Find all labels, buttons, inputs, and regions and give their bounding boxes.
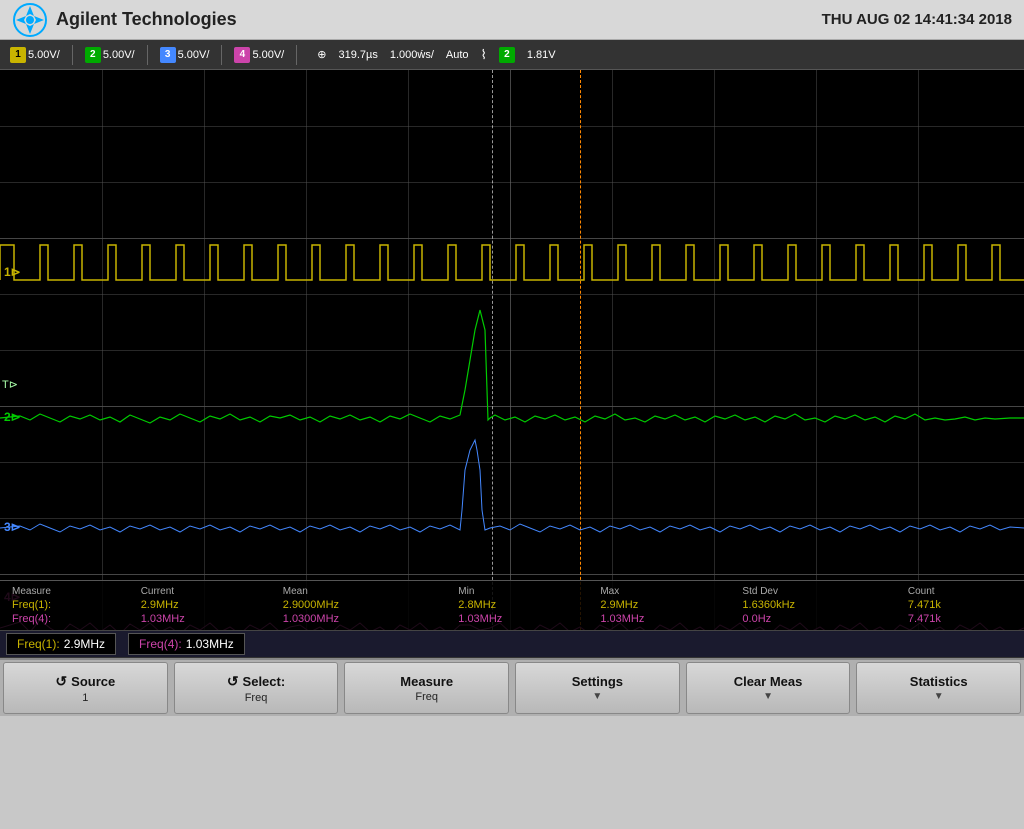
- trigger-symbol: ⊕: [313, 48, 330, 61]
- meas-row-ch4: Freq(4): 1.03MHz 1.0300MHz 1.03MHz 1.03M…: [8, 612, 1016, 626]
- header-left: Agilent Technologies: [12, 2, 237, 38]
- statistics-arrow-icon: ▼: [934, 691, 944, 702]
- meas-row-ch4-max: 1.03MHz: [596, 612, 738, 626]
- meas-row-ch4-label: Freq(4):: [8, 612, 137, 626]
- time-position: 319.7µs: [334, 49, 381, 61]
- ch4-indicator: 4: [234, 47, 250, 63]
- freq1-status: Freq(1): 2.9MHz: [6, 633, 116, 655]
- meas-col-max: Max: [596, 585, 738, 598]
- meas-col-current: Current: [137, 585, 279, 598]
- trigger-level: 1.81V: [523, 49, 560, 61]
- meas-row-ch1-max: 2.9MHz: [596, 598, 738, 612]
- freq1-label: Freq(1):: [17, 637, 60, 651]
- measure-freq-label: Measure: [400, 674, 453, 689]
- trigger-mode: Auto: [442, 49, 473, 61]
- ch2-indicator: 2: [85, 47, 101, 63]
- ch4-scale[interactable]: 4 5.00V/: [230, 47, 288, 63]
- divider: [147, 45, 148, 65]
- source-button-value: 1: [82, 692, 88, 704]
- meas-header-row: Measure Current Mean Min Max Std Dev Cou…: [8, 585, 1016, 598]
- trigger-ch-indicator: 2: [495, 47, 519, 63]
- ch1-indicator: 1: [10, 47, 26, 63]
- freq4-label: Freq(4):: [139, 637, 182, 651]
- ch3-indicator: 3: [160, 47, 176, 63]
- meas-row-ch1-count: 7.471k: [904, 598, 1016, 612]
- meas-col-mean: Mean: [279, 585, 455, 598]
- meas-row-ch4-stddev: 0.0Hz: [738, 612, 903, 626]
- meas-row-ch1-min: 2.8MHz: [454, 598, 596, 612]
- meas-row-ch1-label: Freq(1):: [8, 598, 137, 612]
- source-button-label: Source: [71, 674, 115, 689]
- toolbar: 1 5.00V/ 2 5.00V/ 3 5.00V/ 4 5.00V/ ⊕ 31…: [0, 40, 1024, 70]
- meas-row-ch4-min: 1.03MHz: [454, 612, 596, 626]
- clear-meas-arrow-icon: ▼: [763, 691, 773, 702]
- meas-col-stddev: Std Dev: [738, 585, 903, 598]
- divider: [296, 45, 297, 65]
- meas-row-ch4-mean: 1.0300MHz: [279, 612, 455, 626]
- freq4-status: Freq(4): 1.03MHz: [128, 633, 245, 655]
- meas-row-ch1-mean: 2.9000MHz: [279, 598, 455, 612]
- measurement-overlay: Measure Current Mean Min Max Std Dev Cou…: [0, 580, 1024, 630]
- settings-button[interactable]: Settings ▼: [515, 662, 680, 714]
- meas-row-ch1: Freq(1): 2.9MHz 2.9000MHz 2.8MHz 2.9MHz …: [8, 598, 1016, 612]
- select-button[interactable]: ↺ Select: Freq: [174, 662, 339, 714]
- select-button-value: Freq: [245, 692, 268, 704]
- meas-col-measure: Measure: [8, 585, 137, 598]
- agilent-logo-icon: [12, 2, 48, 38]
- select-button-label: Select:: [243, 674, 286, 689]
- oscilloscope-screen: 1⊳ 2⊳ T⊳ 3⊳ 4⊳ Measure Current Mean: [0, 70, 1024, 630]
- bottom-toolbar: ↺ Source 1 ↺ Select: Freq Measure Freq S…: [0, 658, 1024, 716]
- time-scale: 1.000ẃs/: [386, 49, 438, 61]
- ch3-scale[interactable]: 3 5.00V/: [156, 47, 214, 63]
- ch2-scale-value: 5.00V/: [103, 49, 135, 61]
- statistics-label: Statistics: [910, 674, 968, 689]
- clear-meas-label: Clear Meas: [734, 674, 803, 689]
- measurement-table: Measure Current Mean Min Max Std Dev Cou…: [8, 585, 1016, 626]
- meas-row-ch4-current: 1.03MHz: [137, 612, 279, 626]
- waveform-display: [0, 70, 1024, 630]
- select-refresh-icon: ↺: [227, 673, 239, 690]
- meas-col-min: Min: [454, 585, 596, 598]
- measure-freq-button[interactable]: Measure Freq: [344, 662, 509, 714]
- divider: [72, 45, 73, 65]
- source-button[interactable]: ↺ Source 1: [3, 662, 168, 714]
- refresh-icon: ↺: [55, 673, 67, 690]
- freq1-value: 2.9MHz: [64, 637, 105, 651]
- ch1-scale[interactable]: 1 5.00V/: [6, 47, 64, 63]
- ch1-scale-value: 5.00V/: [28, 49, 60, 61]
- freq4-value: 1.03MHz: [186, 637, 234, 651]
- status-bar: Freq(1): 2.9MHz Freq(4): 1.03MHz: [0, 630, 1024, 658]
- meas-row-ch4-count: 7.471k: [904, 612, 1016, 626]
- meas-row-ch1-current: 2.9MHz: [137, 598, 279, 612]
- divider: [221, 45, 222, 65]
- ch2-scale[interactable]: 2 5.00V/: [81, 47, 139, 63]
- ch3-scale-value: 5.00V/: [178, 49, 210, 61]
- settings-label: Settings: [572, 674, 623, 689]
- trigger-ch-num: 2: [499, 47, 515, 63]
- meas-col-count: Count: [904, 585, 1016, 598]
- ch4-scale-value: 5.00V/: [252, 49, 284, 61]
- timestamp: THU AUG 02 14:41:34 2018: [822, 11, 1012, 28]
- header: Agilent Technologies THU AUG 02 14:41:34…: [0, 0, 1024, 40]
- clear-meas-button[interactable]: Clear Meas ▼: [686, 662, 851, 714]
- meas-row-ch1-stddev: 1.6360kHz: [738, 598, 903, 612]
- statistics-button[interactable]: Statistics ▼: [856, 662, 1021, 714]
- trigger-edge-icon: ⌇: [477, 47, 491, 63]
- measure-freq-sub: Freq: [415, 691, 438, 703]
- app-title: Agilent Technologies: [56, 9, 237, 30]
- settings-arrow-icon: ▼: [592, 691, 602, 702]
